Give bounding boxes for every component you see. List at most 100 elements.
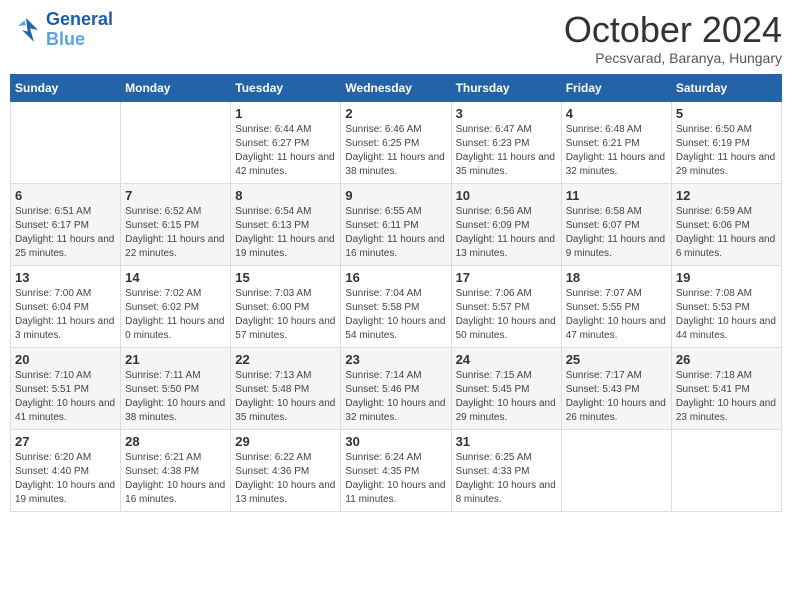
day-number: 17 xyxy=(456,270,557,285)
day-header-saturday: Saturday xyxy=(671,74,781,101)
calendar-cell: 28 Sunrise: 6:21 AM Sunset: 4:38 PM Dayli… xyxy=(121,429,231,511)
day-number: 19 xyxy=(676,270,777,285)
calendar-cell: 10 Sunrise: 6:56 AM Sunset: 6:09 PM Dayli… xyxy=(451,183,561,265)
day-number: 20 xyxy=(15,352,116,367)
calendar-cell xyxy=(11,101,121,183)
cell-info: Sunrise: 7:10 AM Sunset: 5:51 PM Dayligh… xyxy=(15,369,116,425)
page-header: GeneralBlue October 2024 Pecsvarad, Bara… xyxy=(10,10,782,66)
week-row-5: 27 Sunrise: 6:20 AM Sunset: 4:40 PM Dayli… xyxy=(11,429,782,511)
cell-info: Sunrise: 7:18 AM Sunset: 5:41 PM Dayligh… xyxy=(676,369,777,425)
calendar-cell: 22 Sunrise: 7:13 AM Sunset: 5:48 PM Dayli… xyxy=(231,347,341,429)
calendar-cell: 8 Sunrise: 6:54 AM Sunset: 6:13 PM Daylig… xyxy=(231,183,341,265)
day-number: 13 xyxy=(15,270,116,285)
cell-info: Sunrise: 7:06 AM Sunset: 5:57 PM Dayligh… xyxy=(456,287,557,343)
day-number: 21 xyxy=(125,352,226,367)
calendar-cell: 31 Sunrise: 6:25 AM Sunset: 4:33 PM Dayli… xyxy=(451,429,561,511)
cell-info: Sunrise: 6:20 AM Sunset: 4:40 PM Dayligh… xyxy=(15,451,116,507)
calendar-cell: 13 Sunrise: 7:00 AM Sunset: 6:04 PM Dayli… xyxy=(11,265,121,347)
cell-info: Sunrise: 6:56 AM Sunset: 6:09 PM Dayligh… xyxy=(456,205,557,261)
week-row-3: 13 Sunrise: 7:00 AM Sunset: 6:04 PM Dayli… xyxy=(11,265,782,347)
title-block: October 2024 Pecsvarad, Baranya, Hungary xyxy=(564,10,782,66)
calendar-cell: 19 Sunrise: 7:08 AM Sunset: 5:53 PM Dayli… xyxy=(671,265,781,347)
calendar-cell: 9Sunrise: 6:55 AM Sunset: 6:11 PM Daylig… xyxy=(341,183,451,265)
week-row-1: 1Sunrise: 6:44 AM Sunset: 6:27 PM Daylig… xyxy=(11,101,782,183)
calendar-cell: 21 Sunrise: 7:11 AM Sunset: 5:50 PM Dayli… xyxy=(121,347,231,429)
cell-info: Sunrise: 6:21 AM Sunset: 4:38 PM Dayligh… xyxy=(125,451,226,507)
day-number: 23 xyxy=(345,352,446,367)
day-number: 26 xyxy=(676,352,777,367)
calendar-cell: 25Sunrise: 7:17 AM Sunset: 5:43 PM Dayli… xyxy=(561,347,671,429)
calendar-cell: 26 Sunrise: 7:18 AM Sunset: 5:41 PM Dayli… xyxy=(671,347,781,429)
location-subtitle: Pecsvarad, Baranya, Hungary xyxy=(564,50,782,66)
day-number: 31 xyxy=(456,434,557,449)
logo-icon xyxy=(10,14,42,46)
cell-info: Sunrise: 6:51 AM Sunset: 6:17 PM Dayligh… xyxy=(15,205,116,261)
calendar-cell: 14Sunrise: 7:02 AM Sunset: 6:02 PM Dayli… xyxy=(121,265,231,347)
logo-text: GeneralBlue xyxy=(46,10,113,50)
calendar-cell: 17 Sunrise: 7:06 AM Sunset: 5:57 PM Dayli… xyxy=(451,265,561,347)
calendar-cell: 23 Sunrise: 7:14 AM Sunset: 5:46 PM Dayli… xyxy=(341,347,451,429)
cell-info: Sunrise: 7:17 AM Sunset: 5:43 PM Dayligh… xyxy=(566,369,667,425)
cell-info: Sunrise: 7:08 AM Sunset: 5:53 PM Dayligh… xyxy=(676,287,777,343)
day-header-monday: Monday xyxy=(121,74,231,101)
cell-info: Sunrise: 7:00 AM Sunset: 6:04 PM Dayligh… xyxy=(15,287,116,343)
calendar-cell: 7Sunrise: 6:52 AM Sunset: 6:15 PM Daylig… xyxy=(121,183,231,265)
calendar-cell xyxy=(561,429,671,511)
cell-info: Sunrise: 7:15 AM Sunset: 5:45 PM Dayligh… xyxy=(456,369,557,425)
cell-info: Sunrise: 6:46 AM Sunset: 6:25 PM Dayligh… xyxy=(345,123,446,179)
day-header-thursday: Thursday xyxy=(451,74,561,101)
cell-info: Sunrise: 7:03 AM Sunset: 6:00 PM Dayligh… xyxy=(235,287,336,343)
calendar-cell xyxy=(121,101,231,183)
day-number: 5 xyxy=(676,106,777,121)
cell-info: Sunrise: 6:24 AM Sunset: 4:35 PM Dayligh… xyxy=(345,451,446,507)
calendar-cell: 18Sunrise: 7:07 AM Sunset: 5:55 PM Dayli… xyxy=(561,265,671,347)
day-number: 15 xyxy=(235,270,336,285)
calendar-cell: 24Sunrise: 7:15 AM Sunset: 5:45 PM Dayli… xyxy=(451,347,561,429)
day-header-friday: Friday xyxy=(561,74,671,101)
calendar-cell: 27 Sunrise: 6:20 AM Sunset: 4:40 PM Dayli… xyxy=(11,429,121,511)
day-number: 2 xyxy=(345,106,446,121)
cell-info: Sunrise: 7:04 AM Sunset: 5:58 PM Dayligh… xyxy=(345,287,446,343)
calendar-cell: 5 Sunrise: 6:50 AM Sunset: 6:19 PM Daylig… xyxy=(671,101,781,183)
cell-info: Sunrise: 7:11 AM Sunset: 5:50 PM Dayligh… xyxy=(125,369,226,425)
calendar-cell: 1Sunrise: 6:44 AM Sunset: 6:27 PM Daylig… xyxy=(231,101,341,183)
day-number: 10 xyxy=(456,188,557,203)
day-number: 29 xyxy=(235,434,336,449)
day-header-wednesday: Wednesday xyxy=(341,74,451,101)
day-header-tuesday: Tuesday xyxy=(231,74,341,101)
day-number: 4 xyxy=(566,106,667,121)
cell-info: Sunrise: 7:13 AM Sunset: 5:48 PM Dayligh… xyxy=(235,369,336,425)
cell-info: Sunrise: 6:54 AM Sunset: 6:13 PM Dayligh… xyxy=(235,205,336,261)
calendar-cell: 15 Sunrise: 7:03 AM Sunset: 6:00 PM Dayli… xyxy=(231,265,341,347)
day-number: 12 xyxy=(676,188,777,203)
day-number: 1 xyxy=(235,106,336,121)
cell-info: Sunrise: 6:59 AM Sunset: 6:06 PM Dayligh… xyxy=(676,205,777,261)
month-title: October 2024 xyxy=(564,10,782,50)
calendar-cell: 30Sunrise: 6:24 AM Sunset: 4:35 PM Dayli… xyxy=(341,429,451,511)
week-row-4: 20 Sunrise: 7:10 AM Sunset: 5:51 PM Dayli… xyxy=(11,347,782,429)
day-number: 27 xyxy=(15,434,116,449)
cell-info: Sunrise: 6:48 AM Sunset: 6:21 PM Dayligh… xyxy=(566,123,667,179)
day-number: 8 xyxy=(235,188,336,203)
day-number: 7 xyxy=(125,188,226,203)
cell-info: Sunrise: 6:50 AM Sunset: 6:19 PM Dayligh… xyxy=(676,123,777,179)
week-row-2: 6Sunrise: 6:51 AM Sunset: 6:17 PM Daylig… xyxy=(11,183,782,265)
calendar-cell: 4 Sunrise: 6:48 AM Sunset: 6:21 PM Daylig… xyxy=(561,101,671,183)
day-number: 11 xyxy=(566,188,667,203)
cell-info: Sunrise: 7:14 AM Sunset: 5:46 PM Dayligh… xyxy=(345,369,446,425)
day-header-sunday: Sunday xyxy=(11,74,121,101)
cell-info: Sunrise: 6:25 AM Sunset: 4:33 PM Dayligh… xyxy=(456,451,557,507)
day-number: 16 xyxy=(345,270,446,285)
day-number: 22 xyxy=(235,352,336,367)
cell-info: Sunrise: 6:58 AM Sunset: 6:07 PM Dayligh… xyxy=(566,205,667,261)
calendar-table: SundayMondayTuesdayWednesdayThursdayFrid… xyxy=(10,74,782,512)
calendar-cell: 11 Sunrise: 6:58 AM Sunset: 6:07 PM Dayli… xyxy=(561,183,671,265)
day-number: 28 xyxy=(125,434,226,449)
day-number: 3 xyxy=(456,106,557,121)
calendar-cell: 2 Sunrise: 6:46 AM Sunset: 6:25 PM Daylig… xyxy=(341,101,451,183)
calendar-cell: 29Sunrise: 6:22 AM Sunset: 4:36 PM Dayli… xyxy=(231,429,341,511)
day-number: 14 xyxy=(125,270,226,285)
cell-info: Sunrise: 6:55 AM Sunset: 6:11 PM Dayligh… xyxy=(345,205,446,261)
calendar-cell: 3Sunrise: 6:47 AM Sunset: 6:23 PM Daylig… xyxy=(451,101,561,183)
calendar-cell xyxy=(671,429,781,511)
